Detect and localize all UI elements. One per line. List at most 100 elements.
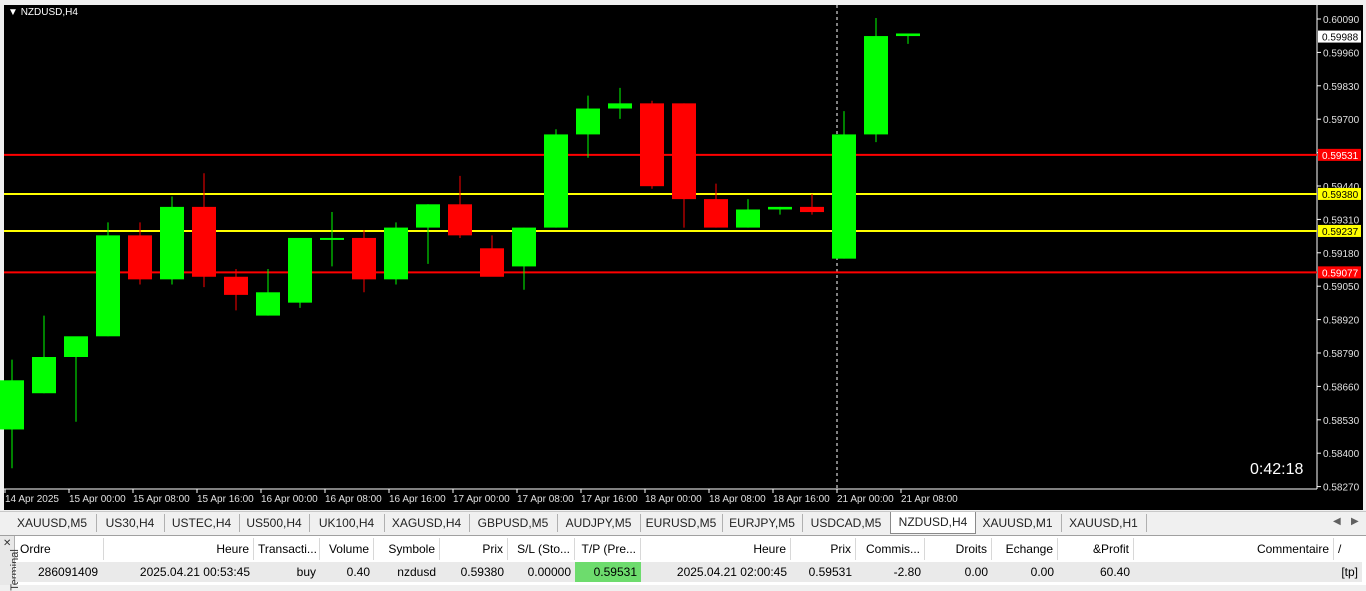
table-cell: -2.80 — [856, 562, 925, 582]
table-cell: 0.00 — [992, 562, 1058, 582]
column-header[interactable]: Commentaire — [1134, 538, 1334, 560]
column-header[interactable]: Volume — [320, 538, 374, 560]
candle-body — [192, 206, 216, 277]
level-tag-0: 0.59531 — [1322, 151, 1359, 162]
candle-body — [160, 206, 184, 280]
chart-tab-eurusd-m5[interactable]: EURUSD,M5 — [640, 514, 723, 532]
price-tick-label: 0.59700 — [1323, 115, 1360, 126]
table-cell: 0.59531 — [791, 562, 856, 582]
table-cell: 0.00 — [925, 562, 992, 582]
table-cell: 2025.04.21 00:53:45 — [104, 562, 254, 582]
terminal-close-icon[interactable]: ✕ — [3, 538, 11, 549]
candle-body — [864, 36, 888, 135]
chart-tab-us30-h4[interactable]: US30,H4 — [96, 514, 165, 532]
chart-tab-uk100-h4[interactable]: UK100,H4 — [309, 514, 385, 532]
time-tick-label: 15 Apr 08:00 — [133, 494, 190, 505]
chart-tab-nzdusd-h4[interactable]: NZDUSD,H4 — [890, 512, 976, 534]
time-tick-label: 18 Apr 08:00 — [709, 494, 766, 505]
time-tick-label: 16 Apr 08:00 — [325, 494, 382, 505]
candle-body — [736, 209, 760, 228]
candle-body — [480, 248, 504, 277]
time-tick-label: 16 Apr 16:00 — [389, 494, 446, 505]
table-cell: 0.59531 — [575, 562, 641, 582]
price-chart[interactable]: 0.600900.599600.598300.597000.595700.594… — [0, 0, 1366, 510]
price-tick-label: 0.58530 — [1323, 416, 1360, 427]
candle-body — [544, 134, 568, 228]
price-tick-label: 0.58790 — [1323, 349, 1360, 360]
column-header[interactable]: Transacti... — [254, 538, 320, 560]
bar-countdown-timer: 0:42:18 — [1250, 461, 1304, 478]
table-cell: buy — [254, 562, 320, 582]
tabs-scroll-right-icon[interactable]: ▶ — [1351, 516, 1359, 527]
chart-symbol-title[interactable]: ▼ NZDUSD,H4 — [8, 7, 78, 18]
time-tick-label: 15 Apr 00:00 — [69, 494, 126, 505]
price-tick-label: 0.59960 — [1323, 48, 1360, 59]
time-tick-label: 21 Apr 00:00 — [837, 494, 894, 505]
chart-tab-xauusd-m5[interactable]: XAUUSD,M5 — [8, 514, 97, 532]
column-header[interactable]: Commis... — [856, 538, 925, 560]
time-tick-label: 14 Apr 2025 — [5, 494, 59, 505]
chart-tab-us500-h4[interactable]: US500,H4 — [239, 514, 310, 532]
column-header[interactable]: Heure — [104, 538, 254, 560]
candle-body — [320, 237, 344, 240]
candle-body — [96, 235, 120, 337]
candle-body — [896, 33, 920, 37]
candle-body — [32, 357, 56, 394]
chart-tab-gbpusd-m5[interactable]: GBPUSD,M5 — [469, 514, 558, 532]
column-header[interactable]: T/P (Pre... — [575, 538, 641, 560]
chart-tab-audjpy-m5[interactable]: AUDJPY,M5 — [557, 514, 641, 532]
time-tick-label: 18 Apr 16:00 — [773, 494, 830, 505]
chart-tab-xauusd-m1[interactable]: XAUUSD,M1 — [974, 514, 1062, 532]
column-header[interactable]: Ordre — [16, 538, 104, 560]
column-header[interactable]: Prix — [791, 538, 856, 560]
column-header[interactable]: &Profit — [1058, 538, 1134, 560]
candle-body — [0, 380, 24, 430]
tabs-scroll-left-icon[interactable]: ◀ — [1333, 516, 1341, 527]
candle-body — [256, 292, 280, 316]
chart-tab-xagusd-h4[interactable]: XAGUSD,H4 — [384, 514, 470, 532]
column-header[interactable]: Heure — [641, 538, 791, 560]
candle-body — [640, 103, 664, 187]
time-tick-label: 17 Apr 16:00 — [581, 494, 638, 505]
column-header[interactable]: Echange — [992, 538, 1058, 560]
price-tick-label: 0.58400 — [1323, 449, 1360, 460]
candle-body — [448, 204, 472, 236]
candle-body — [768, 206, 792, 210]
time-tick-label: 21 Apr 08:00 — [901, 494, 958, 505]
chart-window[interactable]: 0.600900.599600.598300.597000.595700.594… — [0, 0, 1366, 510]
table-cell: 60.40 — [1058, 562, 1134, 582]
candle-body — [832, 134, 856, 259]
chart-tab-ustec-h4[interactable]: USTEC,H4 — [164, 514, 240, 532]
time-tick-label: 16 Apr 00:00 — [261, 494, 318, 505]
column-header[interactable]: Symbole — [374, 538, 440, 560]
candle-body — [512, 227, 536, 267]
candle-body — [64, 336, 88, 357]
candle-body — [672, 103, 696, 200]
candle-body — [704, 199, 728, 228]
table-cell: nzdusd — [374, 562, 440, 582]
time-tick-label: 17 Apr 08:00 — [517, 494, 574, 505]
level-tag-1: 0.59380 — [1322, 190, 1359, 201]
table-cell: 2025.04.21 02:00:45 — [641, 562, 791, 582]
price-tick-label: 0.59310 — [1323, 215, 1360, 226]
table-cell: 0.00000 — [508, 562, 575, 582]
price-tick-label: 0.59180 — [1323, 249, 1360, 260]
column-header[interactable]: Prix — [440, 538, 508, 560]
chart-tab-usdcad-m5[interactable]: USDCAD,M5 — [802, 514, 891, 532]
chart-tab-xauusd-h1[interactable]: XAUUSD,H1 — [1061, 514, 1147, 532]
chart-symbol-label: NZDUSD,H4 — [20, 7, 78, 18]
table-cell: 0.59380 — [440, 562, 508, 582]
price-tick-label: 0.58270 — [1323, 483, 1360, 494]
candle-body — [384, 227, 408, 280]
candle-body — [576, 108, 600, 135]
chart-menu-triangle-icon[interactable]: ▼ — [8, 7, 18, 18]
column-header[interactable]: S/L (Sto... — [508, 538, 575, 560]
level-tag-3: 0.59077 — [1322, 268, 1359, 279]
table-cell: 0.40 — [320, 562, 374, 582]
chart-tab-eurjpy-m5[interactable]: EURJPY,M5 — [722, 514, 803, 532]
sort-indicator[interactable]: / — [1334, 538, 1362, 560]
column-header[interactable]: Droits — [925, 538, 992, 560]
level-tag-2: 0.59237 — [1322, 227, 1359, 238]
price-tick-label: 0.59830 — [1323, 82, 1360, 93]
price-tick-label: 0.59050 — [1323, 282, 1360, 293]
